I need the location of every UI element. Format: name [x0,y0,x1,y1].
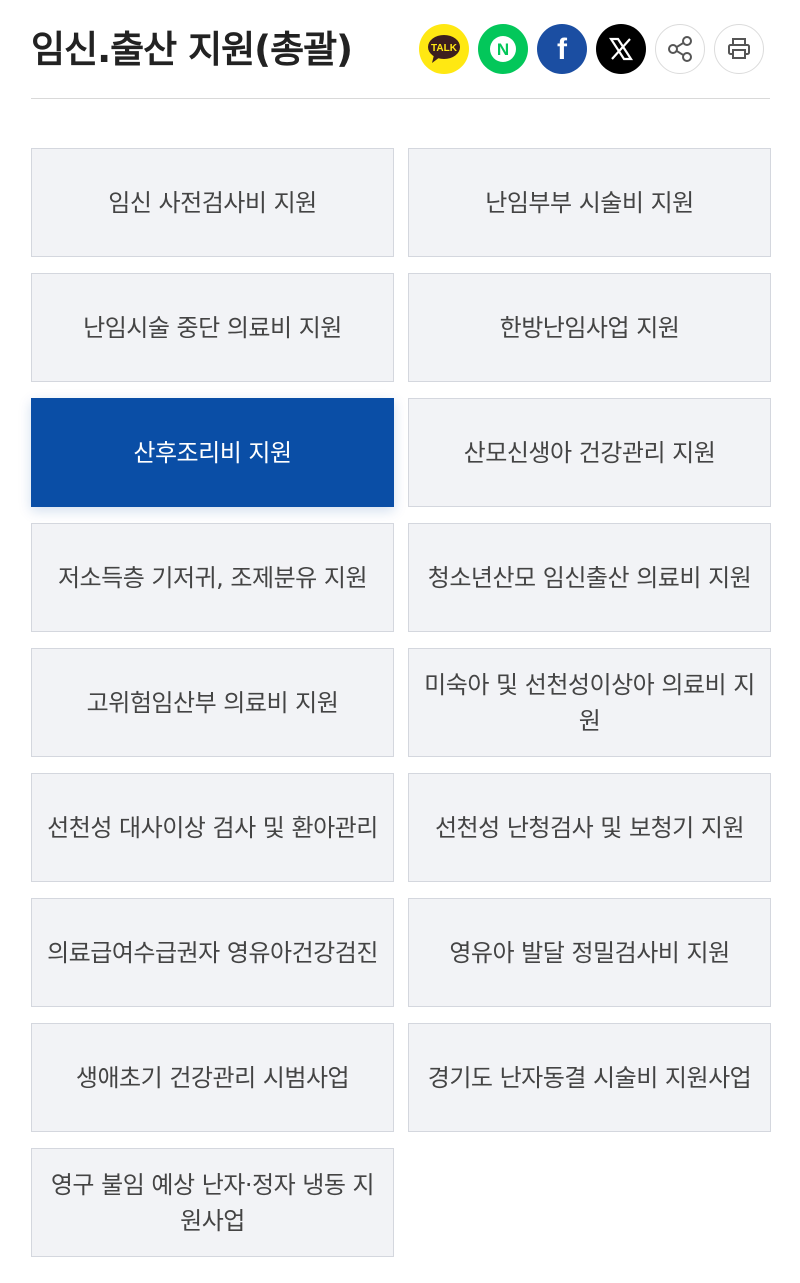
printer-icon [728,38,750,59]
support-menu-item[interactable]: 난임시술 중단 의료비 지원 [31,273,394,382]
facebook-icon: f [557,34,568,64]
support-menu-item[interactable]: 선천성 대사이상 검사 및 환아관리 [31,773,394,882]
support-menu-item[interactable]: 영구 불임 예상 난자·정자 냉동 지원사업 [31,1148,394,1257]
share-button[interactable] [655,24,705,74]
x-icon [608,37,634,61]
kakaotalk-share-button[interactable]: TALK [419,24,469,74]
support-menu-item[interactable]: 의료급여수급권자 영유아건강검진 [31,898,394,1007]
support-menu-item[interactable]: 선천성 난청검사 및 보청기 지원 [408,773,771,882]
support-menu-item[interactable]: 저소득층 기저귀, 조제분유 지원 [31,523,394,632]
support-menu-item[interactable]: 경기도 난자동결 시술비 지원사업 [408,1023,771,1132]
support-menu-item[interactable]: 난임부부 시술비 지원 [408,148,771,257]
page-header: 임신.출산 지원(총괄) TALK N f [31,0,770,99]
facebook-share-button[interactable]: f [537,24,587,74]
facebook-label: f [557,34,568,64]
kakaotalk-icon: TALK [428,35,460,63]
page-title: 임신.출산 지원(총괄) [31,28,353,71]
x-share-button[interactable] [596,24,646,74]
support-menu-item[interactable]: 생애초기 건강관리 시범사업 [31,1023,394,1132]
kakaotalk-label: TALK [431,43,458,54]
share-icon [668,36,692,62]
share-bar: TALK N f [419,24,764,74]
support-menu-item[interactable]: 미숙아 및 선천성이상아 의료비 지원 [408,648,771,757]
support-menu-grid: 임신 사전검사비 지원 난임부부 시술비 지원 난임시술 중단 의료비 지원 한방난임… [31,148,771,1257]
support-menu-item[interactable]: 청소년산모 임신출산 의료비 지원 [408,523,771,632]
naver-share-button[interactable]: N [478,24,528,74]
print-button[interactable] [714,24,764,74]
support-menu-item[interactable]: 고위험임산부 의료비 지원 [31,648,394,757]
support-menu-item[interactable]: 산모신생아 건강관리 지원 [408,398,771,507]
support-menu-item[interactable]: 영유아 발달 정밀검사비 지원 [408,898,771,1007]
support-menu-item[interactable]: 한방난임사업 지원 [408,273,771,382]
naver-label: N [497,40,509,59]
naver-icon: N [490,36,516,62]
support-menu-item[interactable]: 임신 사전검사비 지원 [31,148,394,257]
support-menu-item[interactable]: 산후조리비 지원 [31,398,394,507]
